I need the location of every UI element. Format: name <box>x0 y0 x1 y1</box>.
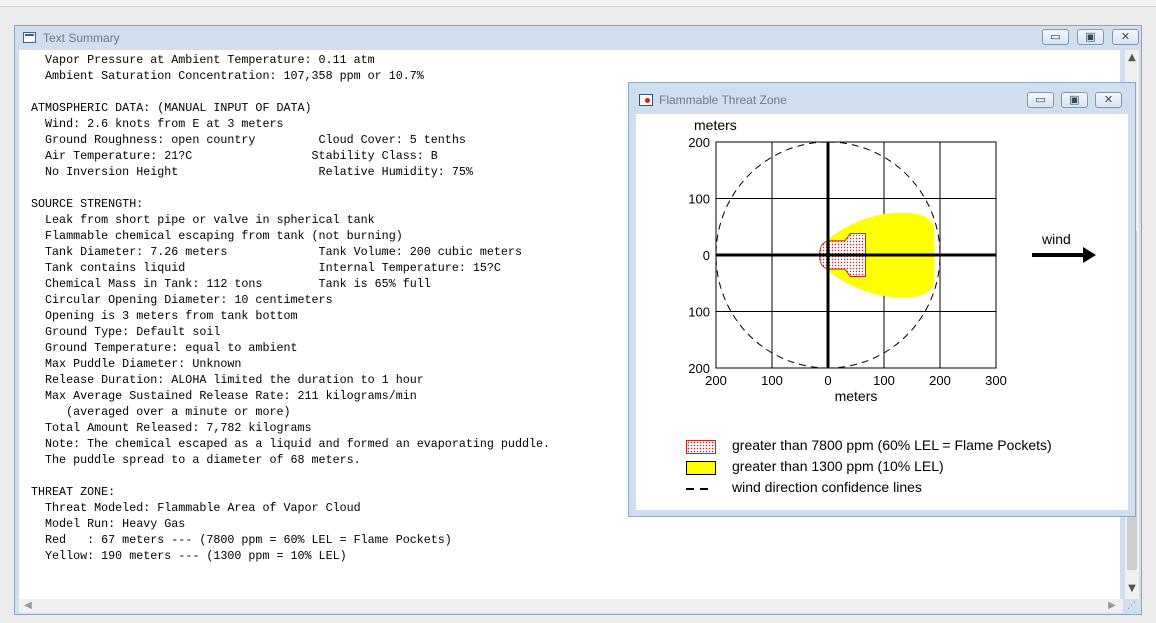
maximize-button[interactable]: ▣ <box>1077 29 1104 45</box>
legend-swatch-dash <box>686 488 716 490</box>
y-tick-label: 200 <box>688 135 710 150</box>
threat-zone-plot: 200 100 0 100 200 3002001000100200metersmeter… <box>688 117 1096 404</box>
report-line: Ground Temperature: equal to ambient <box>31 341 298 355</box>
report-line: No Inversion Height Relative Humidity: 7… <box>31 165 473 179</box>
x-tick-label: 300 <box>985 373 1007 388</box>
report-line: Opening is 3 meters from tank bottom <box>31 309 298 323</box>
threat-zone-window-title: Flammable Threat Zone <box>659 93 787 107</box>
report-line: Ground Type: Default soil <box>31 325 221 339</box>
report-line: Max Puddle Diameter: Unknown <box>31 357 242 371</box>
x-tick-label: 100 <box>761 373 783 388</box>
legend-swatch-yellow <box>686 461 716 475</box>
report-text: Vapor Pressure at Ambient Temperature: 0… <box>31 52 550 564</box>
report-line: Threat Modeled: Flammable Area of Vapor … <box>31 501 361 515</box>
report-line: Tank Diameter: 7.26 meters Tank Volume: … <box>31 245 522 259</box>
report-line <box>31 180 550 196</box>
report-line: (averaged over a minute or more) <box>31 405 291 419</box>
report-line: Red : 67 meters --- (7800 ppm = 60% LEL … <box>31 533 452 547</box>
report-line: Flammable chemical escaping from tank (n… <box>31 229 403 243</box>
y-tick-label: 100 <box>688 192 710 207</box>
threat-zone-window: Flammable Threat Zone ▭ ▣ ✕ 200 100 0 100 20… <box>628 82 1136 517</box>
legend-swatch-red <box>686 440 716 454</box>
report-line: Leak from short pipe or valve in spheric… <box>31 213 375 227</box>
threat-zone-maximize-button[interactable]: ▣ <box>1061 92 1088 108</box>
report-line: Ambient Saturation Concentration: 107,35… <box>31 69 424 83</box>
threat-zone-app-icon <box>639 94 653 106</box>
y-unit-label: meters <box>694 117 737 133</box>
background-window-strip <box>0 0 1156 7</box>
legend-label: wind direction confidence lines <box>732 479 922 495</box>
window-title: Text Summary <box>43 31 120 45</box>
report-line: Max Average Sustained Release Rate: 211 … <box>31 389 417 403</box>
report-line: SOURCE STRENGTH: <box>31 197 144 211</box>
title-bar[interactable]: Text Summary ▭ ▣ ✕ <box>15 26 1141 50</box>
y-tick-label: 0 <box>703 248 710 263</box>
scroll-down-arrow-icon[interactable]: ▼ <box>1125 581 1139 597</box>
close-button[interactable]: ✕ <box>1112 29 1139 45</box>
report-line: Tank contains liquid Internal Temperatur… <box>31 261 501 275</box>
report-line: The puddle spread to a diameter of 68 me… <box>31 453 361 467</box>
report-line: Yellow: 190 meters --- (1300 ppm = 10% L… <box>31 549 347 563</box>
report-line <box>31 468 550 484</box>
legend-label: greater than 7800 ppm (60% LEL = Flame P… <box>732 437 1052 453</box>
report-line: Chemical Mass in Tank: 112 tons Tank is … <box>31 277 431 291</box>
x-tick-label: 100 <box>873 373 895 388</box>
report-line: Ground Roughness: open country Cloud Cov… <box>31 133 466 147</box>
report-line <box>31 84 550 100</box>
wind-label: wind <box>1041 231 1071 247</box>
report-line: Circular Opening Diameter: 10 centimeter… <box>31 293 333 307</box>
wind-arrow-icon <box>1083 247 1096 263</box>
report-line: Wind: 2.6 knots from E at 3 meters <box>31 117 284 131</box>
report-line: ATMOSPHERIC DATA: (MANUAL INPUT OF DATA) <box>31 101 312 115</box>
report-line: Total Amount Released: 7,782 kilograms <box>31 421 312 435</box>
report-line: Vapor Pressure at Ambient Temperature: 0… <box>31 53 375 67</box>
x-tick-label: 0 <box>824 373 831 388</box>
threat-zone-plot-area: 200 100 0 100 200 300 200 100 0 100 200 meters meter… <box>636 114 1128 510</box>
x-tick-label: 200 <box>929 373 951 388</box>
threat-zone-minimize-button[interactable]: ▭ <box>1027 92 1054 108</box>
window-app-icon <box>23 32 36 43</box>
resize-grip-icon[interactable]: ⋰ <box>1127 600 1139 612</box>
horizontal-scrollbar[interactable]: ◀ ▶ <box>19 599 1123 613</box>
scroll-left-arrow-icon[interactable]: ◀ <box>21 599 35 613</box>
report-line: Air Temperature: 21?C Stability Class: B <box>31 149 438 163</box>
legend-label: greater than 1300 ppm (10% LEL) <box>732 458 944 474</box>
minimize-button[interactable]: ▭ <box>1042 29 1069 45</box>
threat-zone-close-button[interactable]: ✕ <box>1095 92 1122 108</box>
report-line: Model Run: Heavy Gas <box>31 517 186 531</box>
report-line: Note: The chemical escaped as a liquid a… <box>31 437 551 451</box>
report-line: THREAT ZONE: <box>31 485 116 499</box>
scroll-right-arrow-icon[interactable]: ▶ <box>1105 599 1119 613</box>
y-tick-label: 100 <box>688 305 710 320</box>
y-tick-label: 200 <box>688 361 710 376</box>
report-line: Release Duration: ALOHA limited the dura… <box>31 373 424 387</box>
scroll-up-arrow-icon[interactable]: ▲ <box>1125 50 1139 66</box>
x-unit-label: meters <box>835 388 878 404</box>
